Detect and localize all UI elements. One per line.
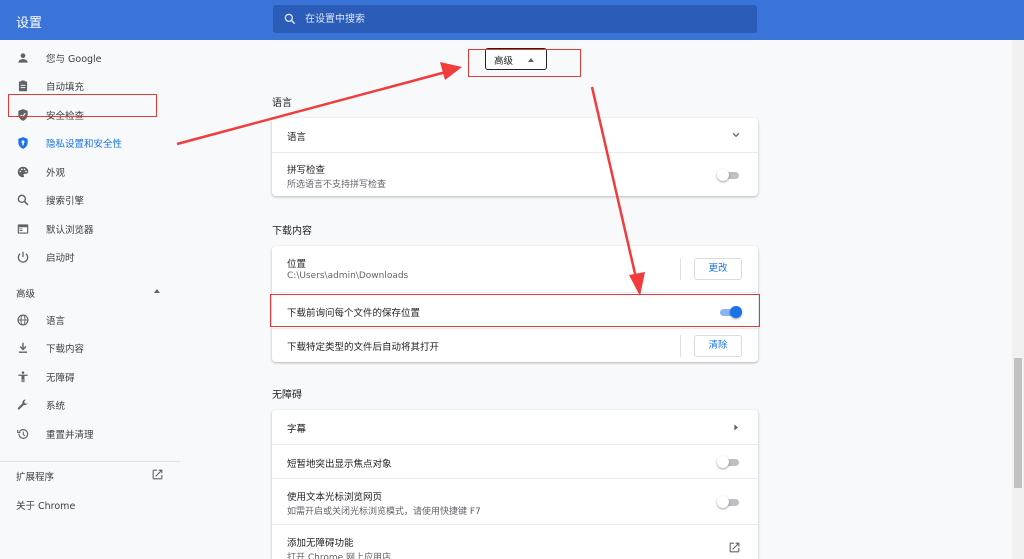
- captions-label: 字幕: [287, 424, 307, 435]
- sidebar-item-default-browser[interactable]: 默认浏览器: [0, 216, 180, 242]
- row-separator: [680, 258, 681, 280]
- sidebar-advanced-header[interactable]: 高级: [16, 286, 35, 300]
- sidebar-item-label: 外观: [46, 168, 66, 179]
- sidebar-item-downloads[interactable]: 下载内容: [0, 335, 180, 361]
- sidebar-item-label: 无障碍: [46, 373, 75, 384]
- sidebar-item-accessibility[interactable]: 无障碍: [0, 364, 180, 390]
- caret-browsing-toggle[interactable]: [717, 496, 739, 508]
- add-features-subtitle: 打开 Chrome 网上应用店: [287, 553, 392, 559]
- sidebar-item-about-chrome[interactable]: 关于 Chrome: [16, 498, 75, 512]
- power-icon: [17, 251, 29, 263]
- clipboard-icon: [18, 80, 28, 92]
- change-location-button[interactable]: 更改: [694, 258, 742, 280]
- spellcheck-title: 拼写检查: [287, 165, 326, 176]
- sidebar-item-label: 重置并清理: [46, 430, 94, 441]
- annotation-box-ask-where-to-save: [270, 294, 760, 327]
- sidebar-item-reset[interactable]: 重置并清理: [0, 421, 180, 447]
- sidebar-item-label: 系统: [46, 401, 66, 412]
- download-location-row: 位置 C:\Users\admin\Downloads 更改: [272, 246, 758, 292]
- spellcheck-toggle[interactable]: [717, 169, 739, 181]
- auto-open-row: 下载特定类型的文件后自动将其打开 清除: [272, 328, 758, 362]
- restore-icon: [17, 429, 29, 439]
- search-icon: [17, 194, 29, 206]
- row-separator: [680, 335, 681, 357]
- scrollbar-thumb[interactable]: [1014, 358, 1022, 488]
- focus-highlight-label: 短暂地突出显示焦点对象: [287, 459, 392, 470]
- caret-browsing-row[interactable]: 使用文本光标浏览网页 如需开启或关闭光标浏览模式，请使用快捷键 F7: [272, 478, 758, 524]
- captions-row[interactable]: 字幕: [272, 410, 758, 444]
- accessibility-icon: [18, 371, 28, 383]
- auto-open-label: 下载特定类型的文件后自动将其打开: [287, 342, 440, 353]
- language-row-label: 语言: [287, 132, 307, 143]
- chevron-right-icon[interactable]: [732, 423, 740, 432]
- accessibility-card: 字幕 短暂地突出显示焦点对象 使用文本光标浏览网页 如需开启或关闭光标浏览模式，…: [272, 410, 758, 559]
- section-title-accessibility: 无障碍: [272, 390, 302, 401]
- person-icon: [18, 53, 28, 63]
- add-features-title: 添加无障碍功能: [287, 538, 354, 549]
- browser-icon: [17, 224, 29, 234]
- shield-icon: [18, 137, 28, 149]
- download-icon: [18, 342, 28, 353]
- sidebar-item-system[interactable]: 系统: [0, 392, 180, 418]
- search-input[interactable]: [305, 11, 705, 27]
- spellcheck-subtitle: 所选语言不支持拼写检查: [287, 180, 387, 190]
- language-card: 语言 拼写检查 所选语言不支持拼写检查: [272, 118, 758, 196]
- palette-icon: [17, 166, 29, 178]
- sidebar-item-languages[interactable]: 语言: [0, 307, 180, 333]
- wrench-icon: [17, 399, 28, 410]
- sidebar-item-label: 语言: [46, 316, 66, 327]
- header-bar: 设置: [0, 0, 1024, 40]
- sidebar-item-label: 下载内容: [46, 344, 85, 355]
- search-box[interactable]: [273, 5, 757, 33]
- language-row[interactable]: 语言: [272, 118, 758, 152]
- scrollbar[interactable]: [1012, 40, 1024, 559]
- chevron-down-icon[interactable]: [730, 130, 742, 140]
- download-location-path: C:\Users\admin\Downloads: [287, 271, 409, 281]
- caret-browsing-subtitle: 如需开启或关闭光标浏览模式，请使用快捷键 F7: [287, 507, 481, 517]
- globe-icon: [17, 314, 29, 326]
- download-location-title: 位置: [287, 259, 307, 270]
- clear-auto-open-button[interactable]: 清除: [694, 335, 742, 357]
- external-link-icon[interactable]: [728, 541, 741, 554]
- sidebar-item-label: 启动时: [46, 253, 75, 264]
- sidebar-item-you-and-google[interactable]: 您与 Google: [0, 45, 180, 71]
- sidebar-item-label: 您与 Google: [46, 54, 102, 65]
- spellcheck-row[interactable]: 拼写检查 所选语言不支持拼写检查: [272, 152, 758, 196]
- sidebar-item-label: 搜索引擎: [46, 196, 85, 207]
- annotation-box-privacy: [8, 94, 157, 117]
- sidebar-item-label: 默认浏览器: [46, 225, 94, 236]
- sidebar-item-label: 隐私设置和安全性: [46, 139, 123, 150]
- search-icon: [284, 13, 296, 25]
- sidebar-item-appearance[interactable]: 外观: [0, 159, 180, 185]
- sidebar: 您与 Google 自动填充 安全检查 隐私设置和安全性 外观 搜索引擎 默认浏…: [0, 40, 180, 559]
- sidebar-item-search-engine[interactable]: 搜索引擎: [0, 187, 180, 213]
- focus-highlight-row[interactable]: 短暂地突出显示焦点对象: [272, 444, 758, 478]
- annotation-box-advanced: [468, 49, 581, 77]
- caret-browsing-title: 使用文本光标浏览网页: [287, 492, 383, 503]
- section-title-language: 语言: [272, 98, 292, 109]
- chevron-up-icon[interactable]: [154, 289, 160, 293]
- sidebar-item-label: 自动填充: [46, 82, 85, 93]
- external-link-icon[interactable]: [151, 468, 164, 481]
- section-title-downloads: 下载内容: [272, 226, 312, 237]
- add-accessibility-features-row[interactable]: 添加无障碍功能 打开 Chrome 网上应用店: [272, 524, 758, 559]
- sidebar-item-on-startup[interactable]: 启动时: [0, 244, 180, 270]
- focus-highlight-toggle[interactable]: [717, 456, 739, 468]
- page-title: 设置: [16, 16, 43, 31]
- sidebar-divider: [0, 461, 180, 462]
- sidebar-item-extensions[interactable]: 扩展程序: [16, 469, 54, 483]
- sidebar-item-privacy[interactable]: 隐私设置和安全性: [0, 130, 180, 156]
